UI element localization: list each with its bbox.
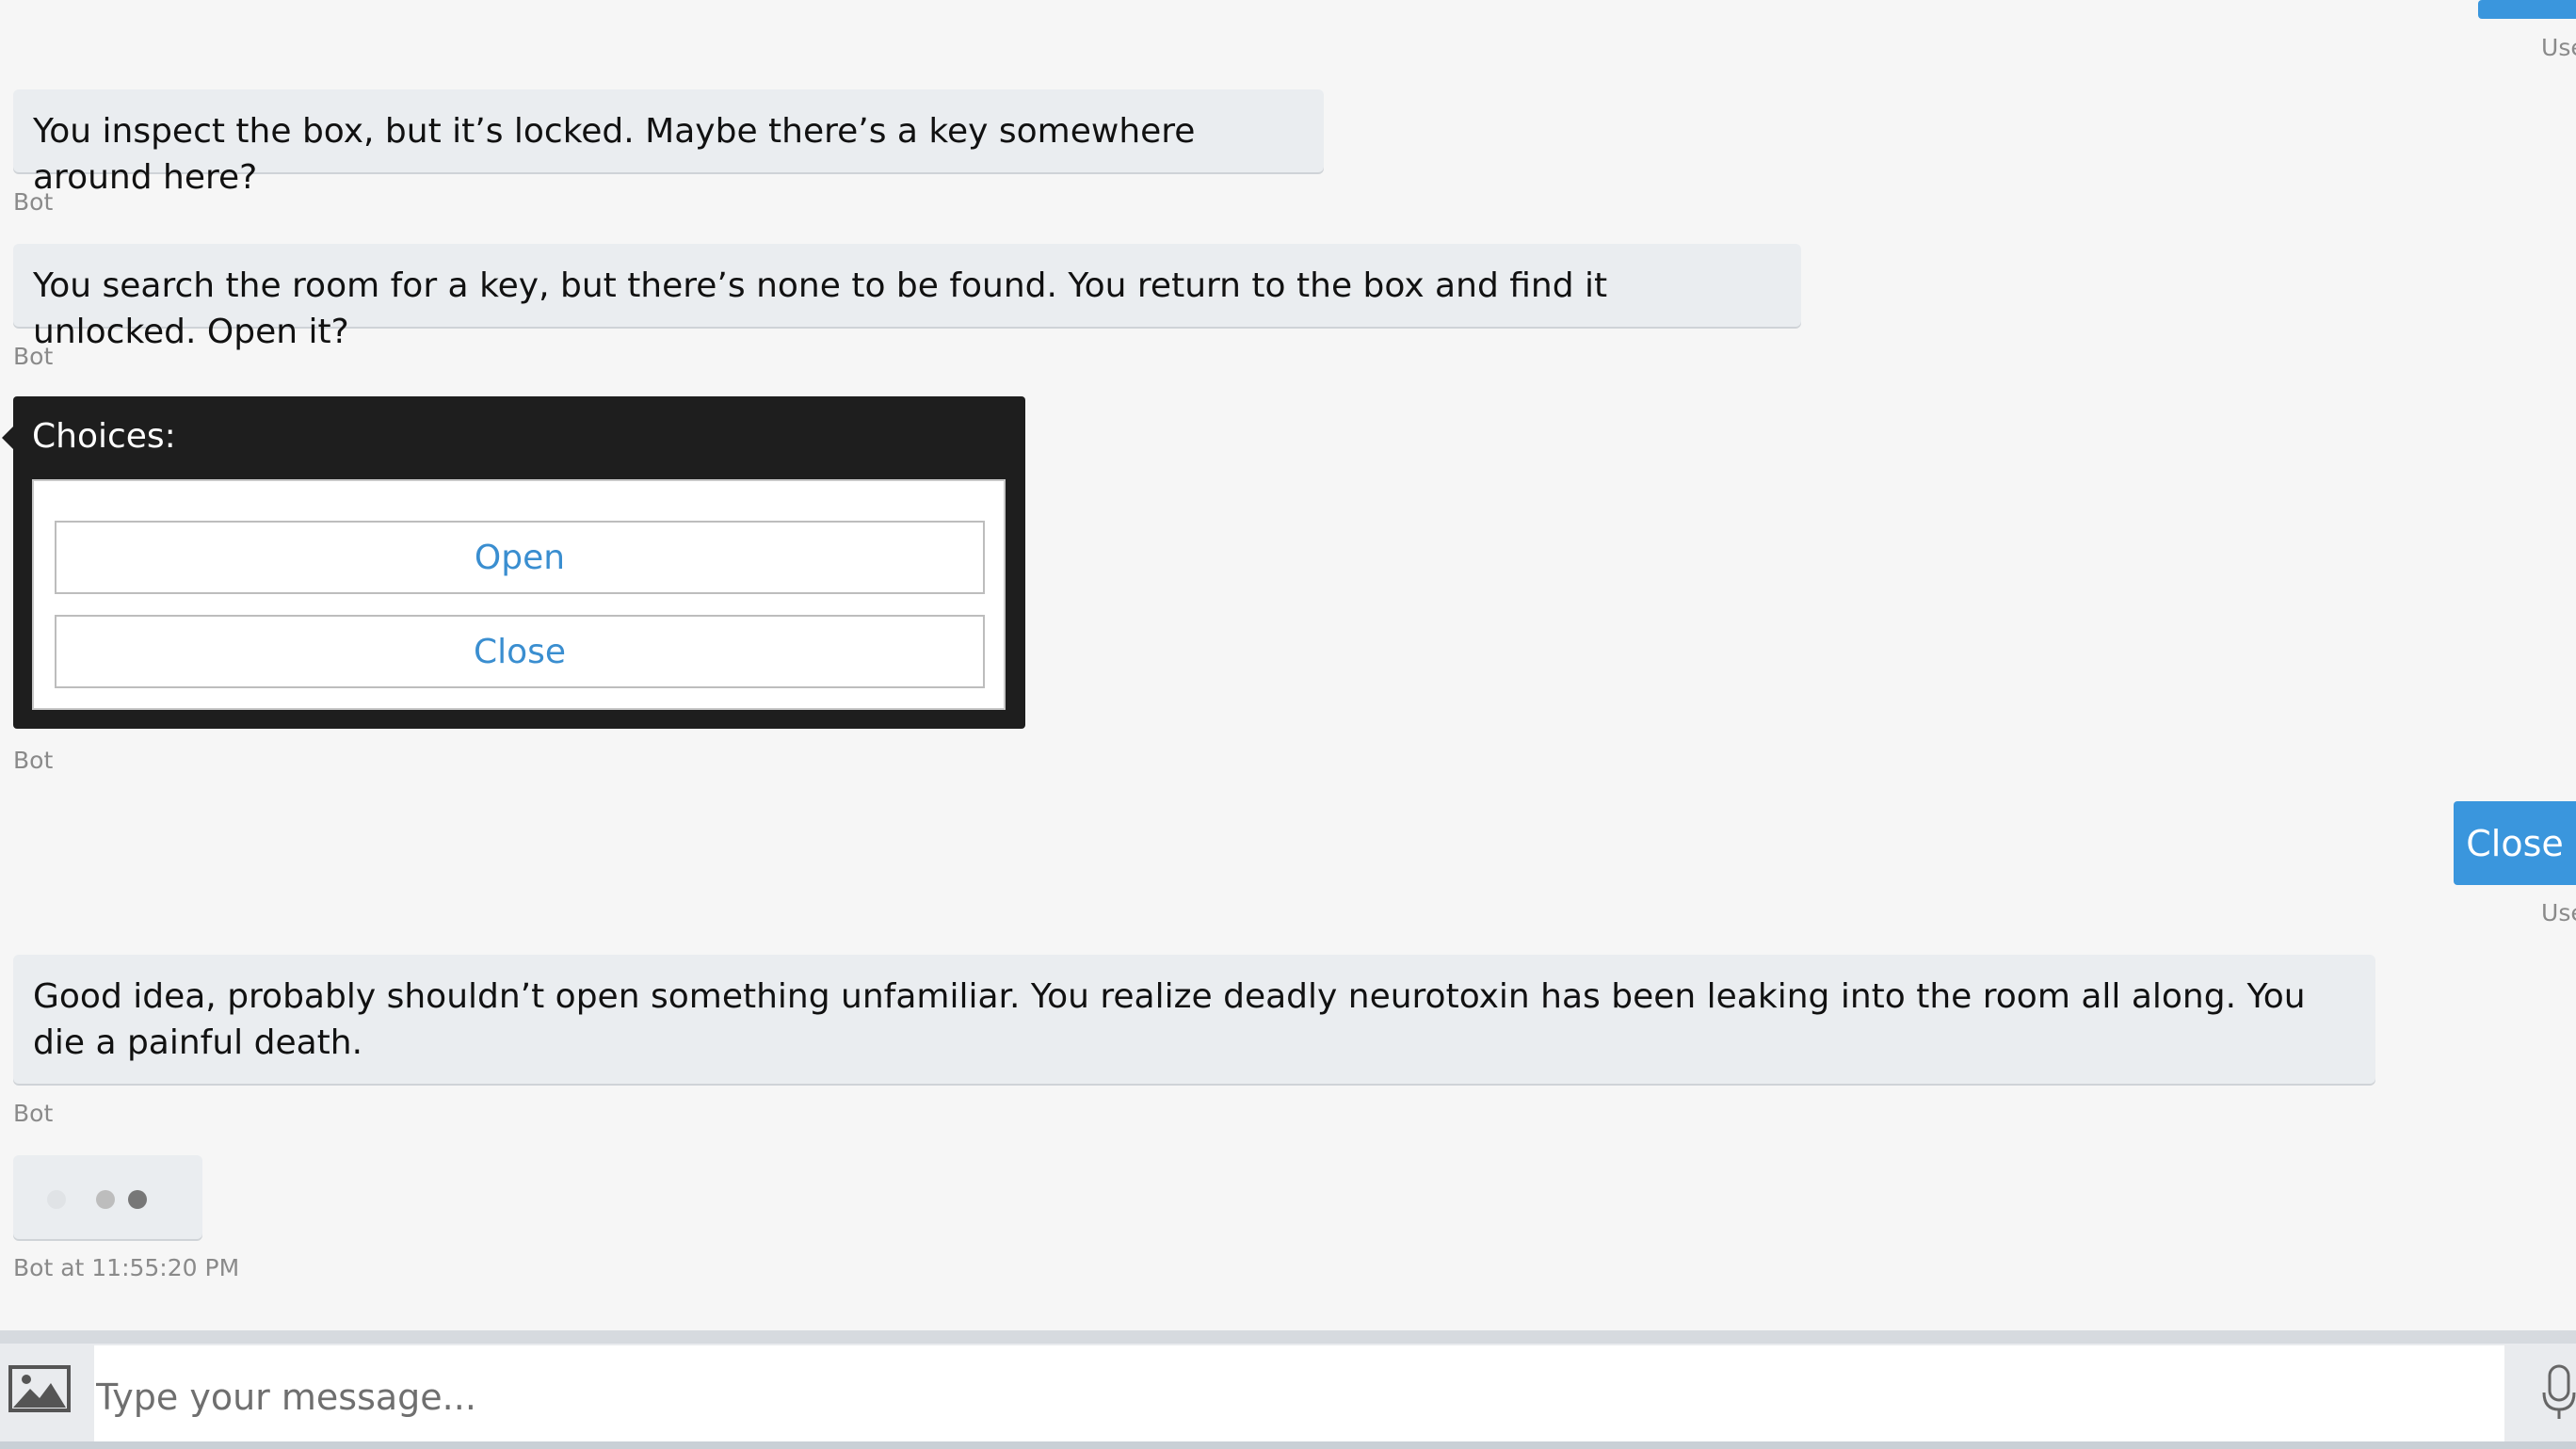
sender-label-user: User: [2541, 34, 2576, 61]
bot-message-text: Good idea, probably shouldn’t open somet…: [33, 977, 2306, 1062]
user-message-bubble-partial: [2478, 0, 2576, 19]
choices-card: Choices: Open Close: [2, 396, 1025, 729]
sender-label-user: User: [2541, 899, 2576, 926]
typing-dot: [128, 1190, 147, 1209]
choice-close-button[interactable]: Close: [55, 615, 985, 688]
sender-label-bot: Bot: [13, 1100, 54, 1127]
choice-open-button[interactable]: Open: [55, 521, 985, 594]
image-icon[interactable]: [8, 1364, 72, 1413]
input-divider: [0, 1330, 2576, 1344]
sender-label-bot: Bot: [13, 747, 54, 774]
typing-indicator: [13, 1155, 202, 1239]
bot-message-bubble: You search the room for a key, but there…: [13, 244, 1801, 351]
choices-panel: Open Close: [32, 479, 1006, 710]
user-message-text: Close: [2466, 822, 2564, 864]
choices-title: Choices:: [32, 417, 176, 456]
message-input[interactable]: [94, 1345, 2504, 1449]
chat-window: User You inspect the box, but it’s locke…: [0, 0, 2576, 1449]
card-pointer: [2, 425, 15, 451]
sender-label-bot: Bot: [13, 343, 54, 370]
microphone-icon[interactable]: [2542, 1364, 2576, 1421]
user-message-bubble: Close: [2454, 801, 2576, 885]
bot-message-text: You search the room for a key, but there…: [33, 266, 1608, 351]
bot-message-text: You inspect the box, but it’s locked. Ma…: [33, 112, 1196, 197]
typing-timestamp: Bot at 11:55:20 PM: [13, 1254, 240, 1281]
bot-message-bubble: Good idea, probably shouldn’t open somet…: [13, 955, 2375, 1084]
bot-message-bubble: You inspect the box, but it’s locked. Ma…: [13, 89, 1324, 197]
message-input-bar: [0, 1330, 2576, 1449]
sender-label-bot: Bot: [13, 188, 54, 216]
typing-dot: [47, 1190, 66, 1209]
typing-dot: [96, 1190, 115, 1209]
bottom-strip: [0, 1441, 2576, 1449]
